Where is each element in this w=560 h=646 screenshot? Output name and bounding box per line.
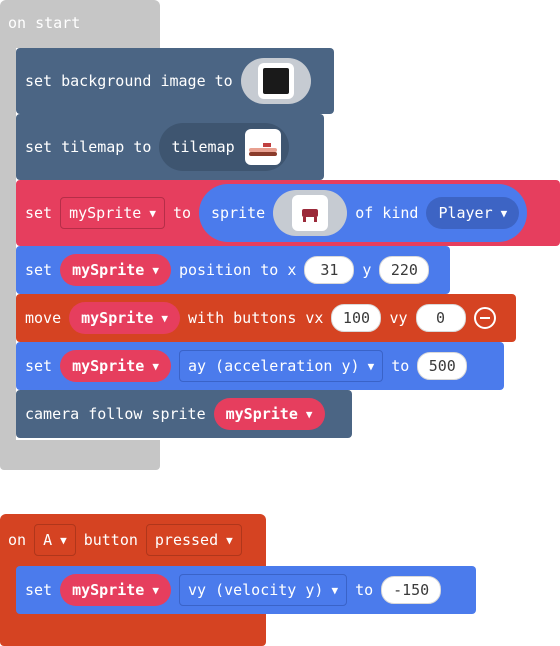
kind-value: Player [438,204,493,222]
variable-name: mySprite [72,581,145,599]
chevron-down-icon: ▼ [367,359,375,373]
chevron-down-icon: ▼ [161,311,168,325]
to-keyword: to [172,204,192,222]
vy-input[interactable]: 0 [415,304,466,332]
chevron-down-icon: ▼ [226,533,233,547]
tilemap-field-label: tilemap [171,138,235,156]
set-background-label: set background image to [25,72,233,90]
sprite-create-reporter[interactable]: sprite of kind Player ▼ [199,184,528,242]
to-keyword: to [355,581,374,599]
move-with-buttons-block[interactable]: move mySprite ▼ with buttons vx 100 vy 0 [16,294,516,342]
property-dropdown[interactable]: ay (acceleration y) ▼ [178,350,384,382]
sprite-image-field[interactable] [273,190,348,236]
set-tilemap-label: set tilemap to [25,138,152,156]
set-keyword: set [25,204,53,222]
tilemap-thumbnail-icon [244,129,281,165]
variable-name: mySprite [225,405,298,423]
set-keyword: set [25,357,53,375]
chevron-down-icon: ▼ [60,533,67,547]
set-acceleration-block[interactable]: set mySprite ▼ ay (acceleration y) ▼ to … [16,342,504,390]
property-name: ay (acceleration y) [187,357,360,375]
variable-reporter[interactable]: mySprite ▼ [213,398,325,430]
chevron-down-icon: ▼ [305,407,313,421]
set-position-block[interactable]: set mySprite ▼ position to x 31 y 220 [16,246,450,294]
variable-name: mySprite [81,309,154,327]
vx-input[interactable]: 100 [331,304,382,332]
chevron-down-icon: ▼ [500,206,508,220]
x-input[interactable]: 31 [304,256,355,284]
position-label: position to x [178,261,297,279]
button-label: button [83,531,138,549]
button-dropdown[interactable]: A ▼ [34,524,76,556]
variable-reporter[interactable]: mySprite ▼ [60,350,171,382]
set-keyword: set [25,261,53,279]
velocity-input[interactable]: -150 [381,576,442,604]
set-keyword: set [25,581,53,599]
variable-name: mySprite [69,204,142,222]
variable-reporter[interactable]: mySprite ▼ [69,302,180,334]
image-thumbnail-dark-icon [257,63,294,99]
button-name: A [43,531,53,549]
chevron-down-icon: ▼ [152,359,159,373]
sprite-label: sprite [211,204,266,222]
sprite-image-icon [292,195,329,231]
camera-follow-block[interactable]: camera follow sprite mySprite ▼ [16,390,352,438]
event-name: pressed [154,531,219,549]
acceleration-input[interactable]: 500 [417,352,468,380]
chevron-down-icon: ▼ [149,206,156,220]
on-button-header: on A ▼ button pressed ▼ [0,520,242,560]
on-keyword: on [8,531,27,549]
tilemap-field[interactable]: tilemap [159,123,289,171]
variable-reporter[interactable]: mySprite ▼ [60,574,171,606]
set-velocity-block[interactable]: set mySprite ▼ vy (velocity y) ▼ to -150 [16,566,476,614]
property-dropdown[interactable]: vy (velocity y) ▼ [178,574,348,606]
chevron-down-icon: ▼ [331,583,339,597]
kind-dropdown[interactable]: Player ▼ [426,197,520,229]
on-start-label: on start [8,14,81,32]
with-buttons-label: with buttons vx [188,309,324,327]
move-keyword: move [25,309,62,327]
y-label: y [362,261,372,279]
event-dropdown[interactable]: pressed ▼ [145,524,242,556]
set-tilemap-block[interactable]: set tilemap to tilemap [16,114,324,180]
variable-name: mySprite [72,357,145,375]
background-image-field[interactable] [240,58,311,104]
chevron-down-icon: ▼ [152,583,159,597]
y-input[interactable]: 220 [379,256,430,284]
chevron-down-icon: ▼ [152,263,159,277]
minus-circle-icon[interactable] [473,307,496,329]
set-background-block[interactable]: set background image to [16,48,334,114]
of-kind-label: of kind [355,204,419,222]
to-keyword: to [391,357,410,375]
camera-follow-label: camera follow sprite [25,405,206,423]
variable-dropdown[interactable]: mySprite ▼ [60,197,165,229]
property-name: vy (velocity y) [187,581,324,599]
variable-name: mySprite [72,261,145,279]
variable-reporter[interactable]: mySprite ▼ [60,254,171,286]
create-sprite-block[interactable]: set mySprite ▼ to sprite of kind Player … [16,180,560,246]
vy-label: vy [389,309,408,327]
